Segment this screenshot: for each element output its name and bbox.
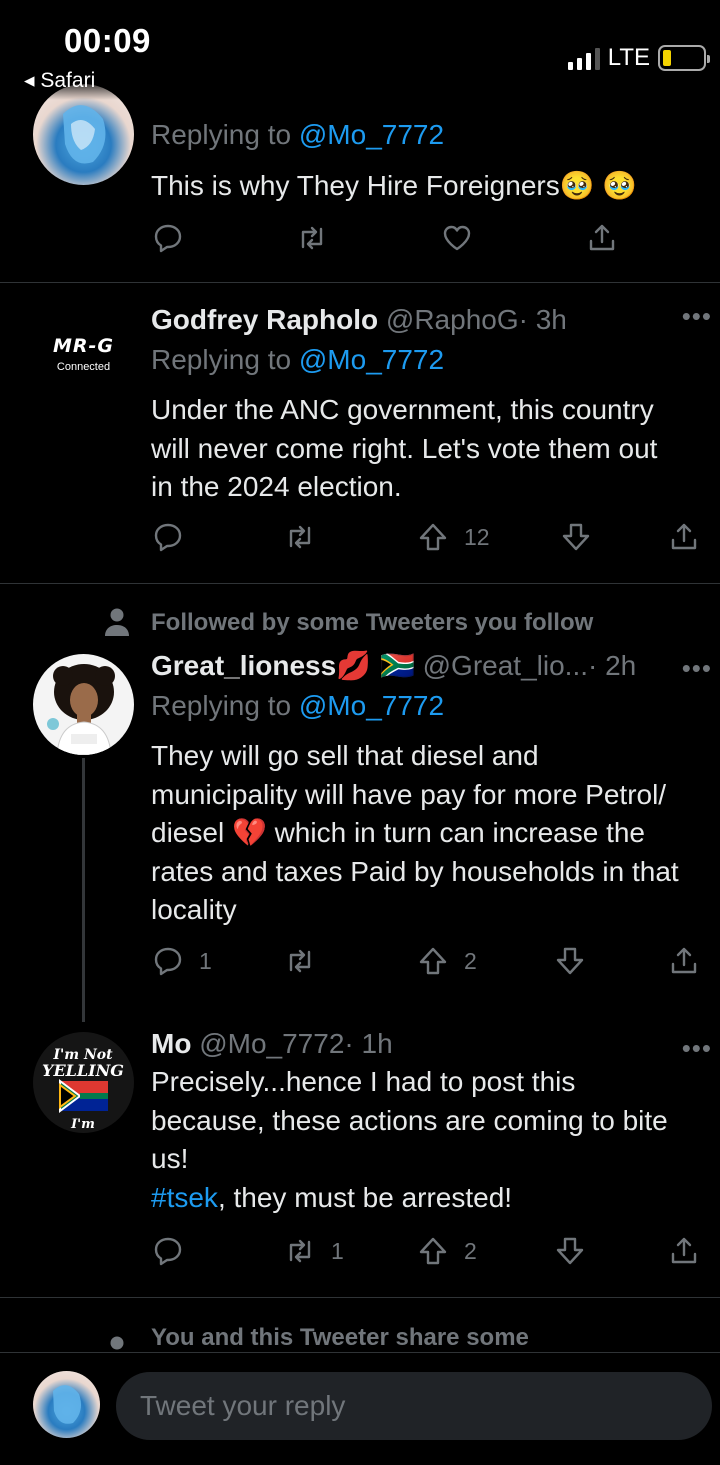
upvote-button[interactable]: 2 bbox=[416, 944, 477, 978]
heart-icon bbox=[443, 225, 471, 251]
share-button[interactable] bbox=[667, 520, 701, 554]
reply-button[interactable] bbox=[151, 1234, 185, 1268]
divider bbox=[0, 1297, 720, 1298]
retweet-icon bbox=[289, 525, 311, 549]
downvote-button[interactable] bbox=[553, 944, 587, 978]
avatar[interactable]: I'm Not YELLING I'm bbox=[33, 1032, 134, 1133]
display-name[interactable]: Mo bbox=[151, 1028, 191, 1059]
down-arrow-icon bbox=[556, 947, 584, 975]
timestamp[interactable]: · 3h bbox=[519, 304, 567, 335]
downvote-button[interactable] bbox=[559, 520, 593, 554]
tweet-text: Under the ANC government, this country w… bbox=[151, 394, 658, 502]
social-context: Followed by some Tweeters you follow bbox=[0, 604, 720, 644]
replying-to: Replying to @Mo_7772 bbox=[151, 119, 445, 150]
svg-text:YELLING: YELLING bbox=[42, 1061, 124, 1080]
tweet-2[interactable]: MR-G Connected ••• Godfrey Rapholo @Raph… bbox=[0, 283, 720, 583]
down-arrow-icon bbox=[556, 1237, 584, 1265]
avatar[interactable]: MR-G Connected bbox=[33, 303, 134, 404]
tweet-header: Mo @Mo_7772· 1h bbox=[151, 1025, 712, 1063]
retweet-button[interactable] bbox=[295, 221, 329, 255]
display-name[interactable]: Godfrey Rapholo bbox=[151, 304, 378, 335]
my-avatar[interactable] bbox=[33, 1371, 100, 1438]
share-icon bbox=[671, 1237, 697, 1264]
timestamp[interactable]: · 2h bbox=[588, 650, 636, 681]
reply-icon bbox=[154, 1237, 182, 1266]
display-name-emoji: 💋 🇿🇦 bbox=[336, 649, 415, 682]
tweet-text: They will go sell that diesel and munici… bbox=[151, 740, 679, 925]
retweet-icon bbox=[289, 1239, 311, 1263]
retweet-button[interactable] bbox=[283, 520, 317, 554]
battery-icon bbox=[658, 45, 710, 71]
replying-to: Replying to @Mo_7772 bbox=[151, 344, 445, 375]
share-button[interactable] bbox=[667, 1234, 701, 1268]
upvote-count: 12 bbox=[464, 523, 490, 550]
tweet-3[interactable]: ••• Great_lioness💋 🇿🇦 @Great_lio...· 2h … bbox=[0, 645, 720, 1007]
back-to-safari-link[interactable]: ◂ Safari bbox=[24, 68, 95, 93]
share-icon bbox=[589, 224, 615, 251]
reply-count: 1 bbox=[199, 947, 212, 974]
reply-icon bbox=[154, 947, 182, 976]
like-button[interactable] bbox=[440, 221, 474, 255]
person-icon bbox=[105, 608, 129, 636]
status-indicators: LTE bbox=[567, 44, 710, 72]
network-type: LTE bbox=[607, 44, 650, 71]
handle[interactable]: @RaphoG bbox=[386, 304, 519, 335]
share-button[interactable] bbox=[585, 221, 619, 255]
tweet-text: This is why They Hire Foreigners🥹 🥹 bbox=[151, 170, 638, 201]
handle[interactable]: @Mo_7772 bbox=[199, 1028, 344, 1059]
tweet-reply-input[interactable] bbox=[116, 1372, 712, 1440]
retweet-icon bbox=[289, 949, 311, 973]
status-bar: 00:09 ◂ Safari LTE bbox=[0, 0, 720, 100]
clock: 00:09 bbox=[64, 22, 151, 59]
tweet-header: Godfrey Rapholo @RaphoG· 3h bbox=[151, 301, 712, 339]
tweet-header: Great_lioness💋 🇿🇦 @Great_lio...· 2h bbox=[151, 647, 712, 685]
up-arrow-icon bbox=[419, 947, 447, 975]
timestamp[interactable]: · 1h bbox=[344, 1028, 392, 1059]
replying-to-handle-link[interactable]: @Mo_7772 bbox=[299, 119, 444, 150]
reply-button[interactable] bbox=[151, 221, 185, 255]
tweet-text: Precisely...hence I had to post this bec… bbox=[151, 1066, 668, 1213]
avatar[interactable] bbox=[33, 654, 134, 755]
reply-button[interactable] bbox=[151, 520, 185, 554]
social-context: You and this Tweeter share some bbox=[0, 1318, 720, 1352]
social-context-text: Followed by some Tweeters you follow bbox=[151, 609, 594, 636]
upvote-button[interactable]: 12 bbox=[416, 520, 490, 554]
reply-icon bbox=[154, 224, 182, 253]
avatar-logo-sub: Connected bbox=[56, 360, 111, 373]
retweet-button[interactable] bbox=[283, 944, 317, 978]
down-arrow-icon bbox=[562, 523, 590, 551]
retweet-icon bbox=[301, 226, 323, 250]
reply-button[interactable]: 1 bbox=[151, 944, 212, 978]
reply-composer bbox=[0, 1352, 720, 1465]
downvote-button[interactable] bbox=[553, 1234, 587, 1268]
replying-to-handle-link[interactable]: @Mo_7772 bbox=[299, 344, 444, 375]
retweet-count: 1 bbox=[331, 1237, 344, 1264]
share-button[interactable] bbox=[667, 944, 701, 978]
divider bbox=[0, 583, 720, 584]
handle[interactable]: @Great_lio... bbox=[423, 650, 588, 681]
replying-to: Replying to @Mo_7772 bbox=[151, 690, 445, 721]
tweet-4[interactable]: I'm Not YELLING I'm ••• Mo @Mo_7772· 1h … bbox=[0, 1023, 720, 1296]
share-icon bbox=[671, 947, 697, 974]
avatar-logo: MR-G bbox=[52, 334, 115, 357]
upvote-count: 2 bbox=[464, 1237, 477, 1264]
signal-icon bbox=[567, 46, 600, 70]
hashtag-link[interactable]: #tsek bbox=[151, 1182, 218, 1213]
upvote-button[interactable]: 2 bbox=[416, 1234, 477, 1268]
retweet-button[interactable]: 1 bbox=[283, 1234, 344, 1268]
social-context-text: You and this Tweeter share some bbox=[151, 1324, 529, 1351]
up-arrow-icon bbox=[419, 1237, 447, 1265]
upvote-count: 2 bbox=[464, 947, 477, 974]
replying-to-handle-link[interactable]: @Mo_7772 bbox=[299, 690, 444, 721]
person-icon bbox=[110, 1336, 124, 1350]
up-arrow-icon bbox=[419, 523, 447, 551]
reply-icon bbox=[154, 523, 182, 552]
share-icon bbox=[671, 523, 697, 550]
display-name[interactable]: Great_lioness bbox=[151, 650, 336, 681]
svg-text:I'm: I'm bbox=[70, 1117, 95, 1132]
